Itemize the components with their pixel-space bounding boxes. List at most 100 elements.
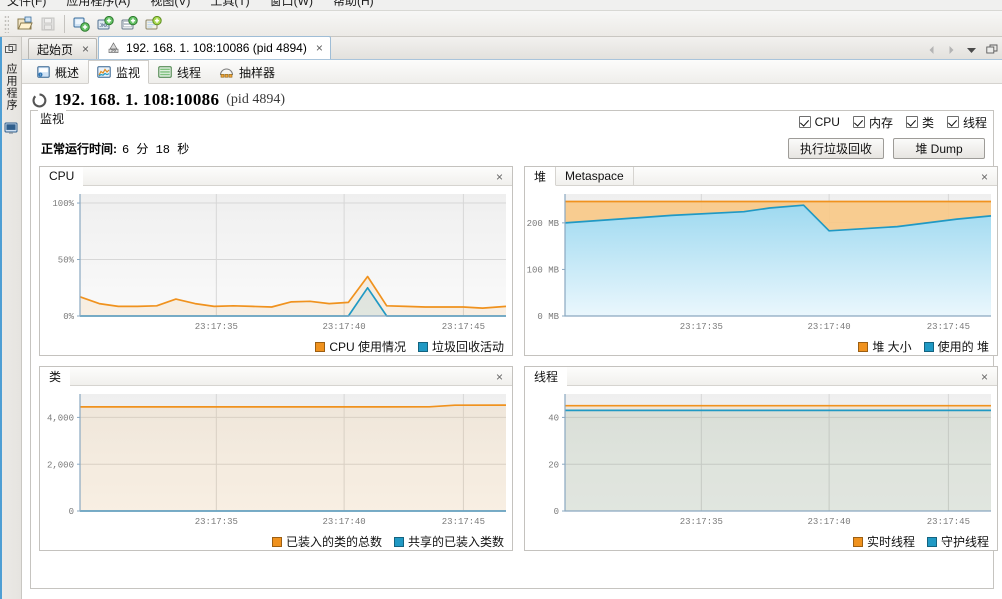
- y-tick-label: 50%: [58, 256, 75, 266]
- checkbox-box[interactable]: [852, 116, 865, 128]
- float-window-icon[interactable]: [4, 43, 18, 57]
- main-area: 起始页 × JMX 192. 168. 1. 108:10086 (pid 48…: [22, 36, 1002, 599]
- legend-item-classes-1[interactable]: 共享的已装入类数: [393, 533, 504, 550]
- legend-swatch: [858, 341, 869, 352]
- loading-spinner-icon: [32, 93, 47, 108]
- left-dock-strip: 应用程序: [0, 37, 22, 599]
- checkbox-线程[interactable]: 线程: [946, 114, 987, 131]
- x-tick-label: 23:17:35: [680, 322, 723, 332]
- tab-jmx-connection-label: 192. 168. 1. 108:10086 (pid 4894): [126, 41, 307, 55]
- close-icon[interactable]: ×: [493, 370, 506, 384]
- left-dock-label[interactable]: 应用程序: [3, 63, 19, 111]
- y-tick-label: 0: [69, 507, 74, 517]
- tab-monitor[interactable]: 监视: [88, 60, 150, 84]
- tab-start-page-label: 起始页: [37, 42, 74, 57]
- checkbox-类[interactable]: 类: [905, 114, 934, 131]
- add-snapshot-icon[interactable]: [142, 13, 164, 34]
- tab-sampler[interactable]: 抽样器: [210, 60, 284, 83]
- chart-legend-heap: 堆 大小 使用的 堆: [525, 338, 997, 355]
- menu-item-3[interactable]: 工具(T): [207, 0, 252, 9]
- x-tick-label: 23:17:40: [323, 322, 366, 332]
- menu-item-2[interactable]: 视图(V): [147, 0, 193, 9]
- jmx-icon: JMX: [107, 42, 120, 54]
- uptime-row: 正常运行时间: 6 分 18 秒 执行垃圾回收 堆 Dump: [41, 135, 985, 161]
- chart-plot-cpu[interactable]: 0% 50% 100% 23:17:35 23:17:40 23:17:45: [40, 186, 512, 338]
- menu-item-1[interactable]: 应用程序(A): [63, 0, 133, 9]
- tab-list-icon[interactable]: [965, 43, 978, 56]
- tab-jmx-connection[interactable]: JMX 192. 168. 1. 108:10086 (pid 4894) ×: [98, 36, 331, 59]
- view-sub-tabs: i 概述 监视 线程 抽样器: [22, 60, 1002, 84]
- checkbox-box[interactable]: [798, 116, 811, 128]
- main-toolbar: JMX: [0, 11, 1002, 37]
- chart-legend-threads: 实时线程 守护线程: [525, 533, 997, 550]
- add-application-icon[interactable]: [70, 13, 92, 34]
- legend-item-cpu-1[interactable]: 垃圾回收活动: [417, 338, 504, 355]
- add-remote-host-icon[interactable]: [118, 13, 140, 34]
- x-tick-label: 23:17:40: [808, 517, 851, 527]
- legend-item-cpu-0[interactable]: CPU 使用情况: [315, 338, 406, 355]
- checkbox-box[interactable]: [946, 116, 959, 128]
- chart-plot-threads[interactable]: 0 20 40 23:17:35 23:17:40 23:17:45: [525, 386, 997, 533]
- legend-label: 守护线程: [940, 535, 989, 549]
- open-file-icon[interactable]: [13, 13, 35, 34]
- legend-item-threads-1[interactable]: 守护线程: [926, 533, 989, 550]
- save-icon[interactable]: [37, 13, 59, 34]
- close-icon[interactable]: ×: [978, 370, 991, 384]
- checkbox-box[interactable]: [905, 116, 918, 128]
- y-tick-label: 2,000: [47, 460, 74, 470]
- perform-gc-button[interactable]: 执行垃圾回收: [787, 137, 884, 159]
- page-title-pid: (pid 4894): [226, 92, 285, 107]
- x-tick-label: 23:17:35: [195, 322, 238, 332]
- heap-dump-button[interactable]: 堆 Dump: [893, 137, 985, 159]
- x-tick-label: 23:17:40: [323, 517, 366, 527]
- legend-label: 使用的 堆: [937, 340, 989, 354]
- toolbar-grip[interactable]: [4, 14, 9, 33]
- y-tick-label: 0%: [63, 312, 74, 322]
- menu-item-0[interactable]: 文件(F): [4, 0, 49, 9]
- tab-overview[interactable]: i 概述: [28, 60, 88, 83]
- close-icon[interactable]: ×: [978, 170, 991, 184]
- close-icon[interactable]: ×: [82, 43, 89, 55]
- checkbox-label: 类: [921, 115, 934, 130]
- scroll-left-icon[interactable]: [925, 43, 938, 56]
- checkbox-label: 线程: [962, 115, 987, 130]
- menu-item-4[interactable]: 窗口(W): [267, 0, 316, 9]
- chart-tab-threads-0[interactable]: 线程: [525, 367, 568, 386]
- x-tick-label: 23:17:35: [195, 517, 238, 527]
- close-icon[interactable]: ×: [316, 42, 323, 54]
- chart-header-threads: 线程 ×: [525, 367, 997, 386]
- maximize-icon[interactable]: [985, 43, 998, 56]
- tab-start-page[interactable]: 起始页 ×: [28, 38, 98, 59]
- visualvm-window: 文件(F) 应用程序(A) 视图(V) 工具(T) 窗口(W) 帮助(H) JM…: [0, 0, 1002, 599]
- tab-threads[interactable]: 线程: [149, 60, 210, 83]
- chart-tab-classes-0[interactable]: 类: [40, 367, 71, 386]
- y-tick-label: 100%: [52, 199, 74, 209]
- sampler-icon: [219, 66, 234, 78]
- monitor-action-buttons: 执行垃圾回收 堆 Dump: [787, 137, 985, 159]
- chart-tab-heap-1[interactable]: Metaspace: [556, 167, 634, 185]
- menu-item-5[interactable]: 帮助(H): [330, 0, 377, 9]
- chart-panel-heap: 堆 Metaspace × 0 MB 100 MB 200 MB 23:17:35 23:17…: [524, 166, 998, 356]
- legend-label: 垃圾回收活动: [431, 340, 504, 354]
- checkbox-内存[interactable]: 内存: [852, 114, 893, 131]
- legend-swatch: [923, 341, 934, 352]
- legend-item-threads-0[interactable]: 实时线程: [852, 533, 915, 550]
- legend-item-classes-0[interactable]: 已装入的类的总数: [271, 533, 382, 550]
- monitor-icon[interactable]: [4, 121, 18, 135]
- page-title-text: 192. 168. 1. 108:10086: [54, 90, 220, 109]
- chart-plot-classes[interactable]: 0 2,000 4,000 23:17:35 23:17:40 23:17:45: [40, 386, 512, 533]
- chart-legend-classes: 已装入的类的总数 共享的已装入类数: [40, 533, 512, 550]
- scroll-right-icon[interactable]: [945, 43, 958, 56]
- chart-tab-heap-0[interactable]: 堆: [525, 167, 557, 186]
- add-jmx-connection-icon[interactable]: JMX: [94, 13, 116, 34]
- monitor-checkbox-row: CPU 内存 类 线程: [31, 113, 987, 131]
- x-tick-label: 23:17:40: [808, 322, 851, 332]
- legend-item-heap-1[interactable]: 使用的 堆: [923, 338, 989, 355]
- svg-text:JMX: JMX: [111, 49, 117, 53]
- legend-item-heap-0[interactable]: 堆 大小: [858, 338, 912, 355]
- legend-label: CPU 使用情况: [329, 340, 406, 354]
- close-icon[interactable]: ×: [493, 170, 506, 184]
- checkbox-CPU[interactable]: CPU: [798, 115, 840, 129]
- chart-plot-heap[interactable]: 0 MB 100 MB 200 MB 23:17:35 23:17:40 23:17:45: [525, 186, 997, 338]
- chart-tab-cpu-0[interactable]: CPU: [40, 167, 84, 186]
